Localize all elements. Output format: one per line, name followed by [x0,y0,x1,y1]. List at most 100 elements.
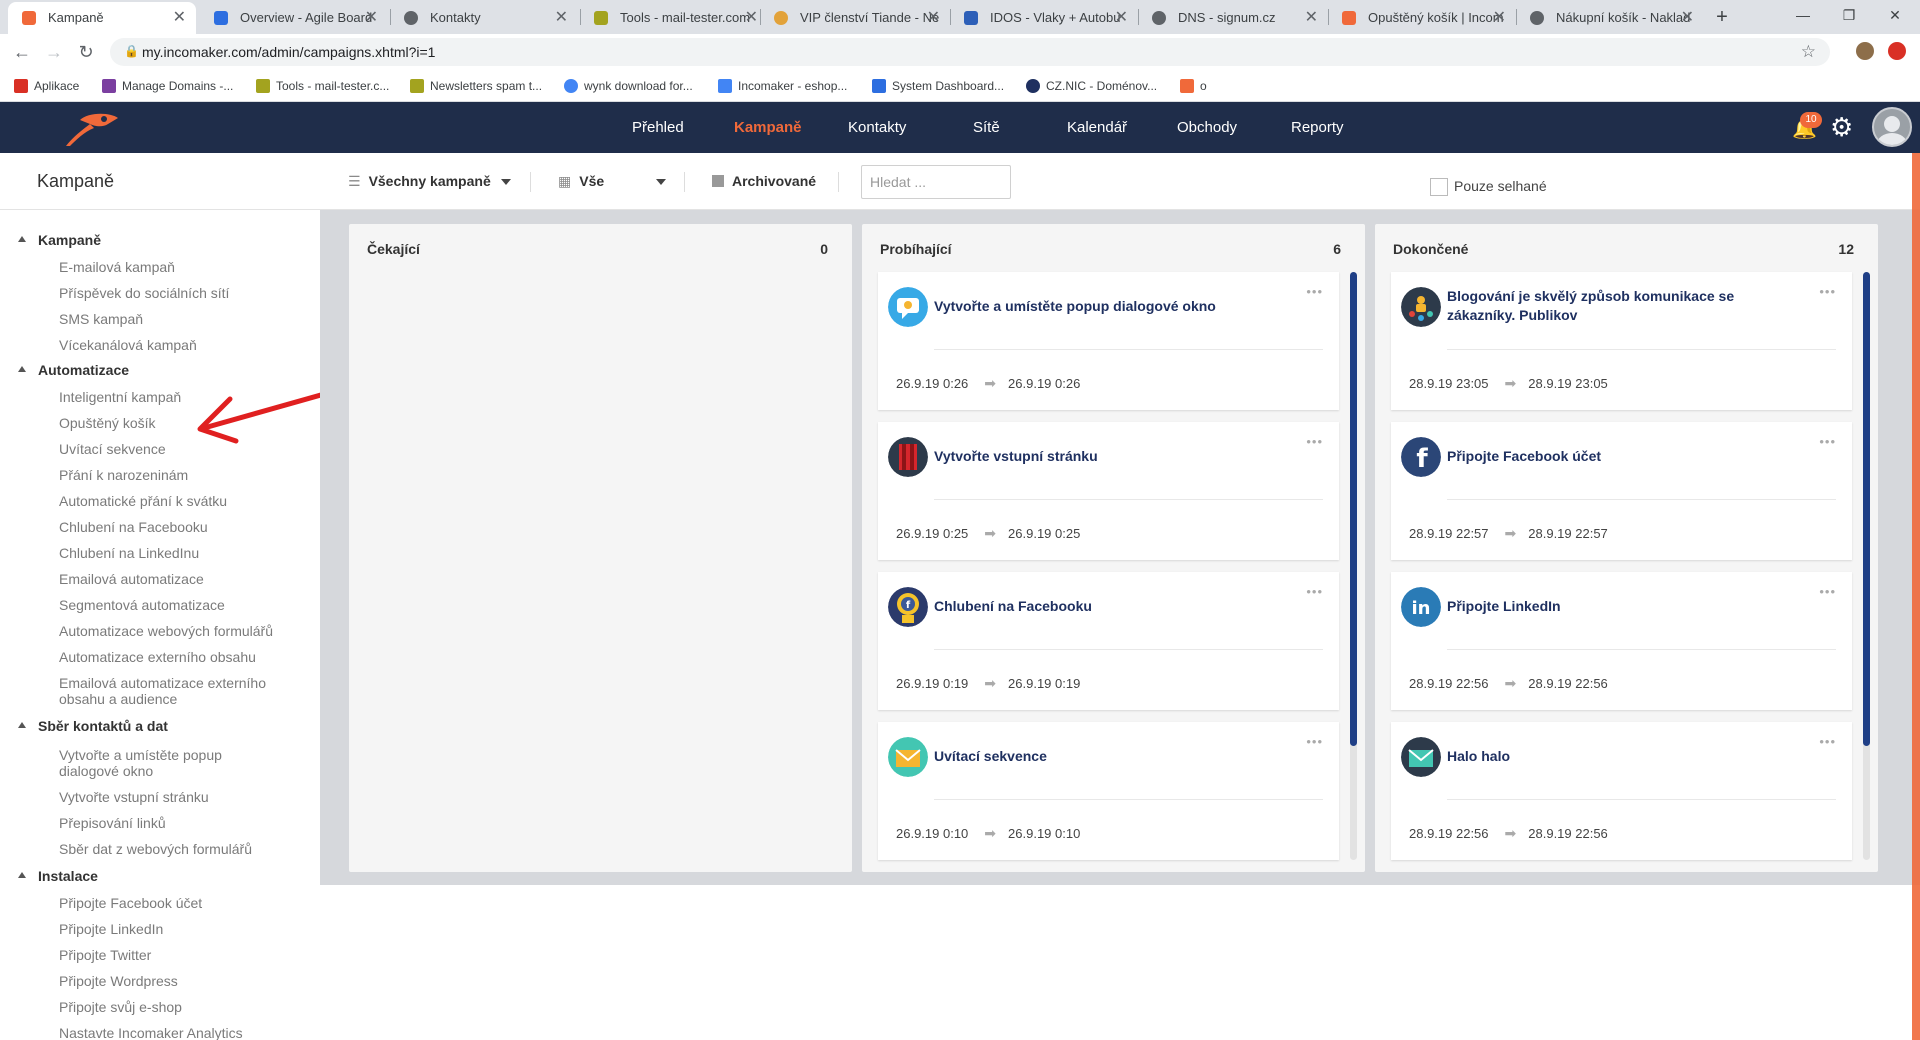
nav-site[interactable]: Sítě [973,102,1000,153]
sidebar-item[interactable]: Vytvořte a umístěte popup dialogové okno [59,747,279,779]
sidebar-item[interactable]: SMS kampaň [59,311,279,327]
campaign-card[interactable]: Vytvořte a umístěte popup dialogové okno… [878,272,1339,410]
nav-kontakty[interactable]: Kontakty [848,102,906,153]
sidebar-section-sber[interactable]: Sběr kontaktů a dat [18,718,168,734]
browser-tab[interactable]: Kontakty ✕ [390,2,578,34]
close-tab-icon[interactable]: ✕ [927,2,940,34]
more-dots-icon[interactable]: ••• [1306,734,1323,749]
extension-icon[interactable] [1888,42,1906,60]
campaign-card[interactable]: Uvítací sekvence ••• 26.9.19 0:10 ➡ 26.9.1… [878,722,1339,860]
reload-icon[interactable]: ↻ [74,40,98,64]
more-dots-icon[interactable]: ••• [1306,584,1323,599]
sidebar-item[interactable]: Připojte svůj e-shop [59,999,279,1015]
close-tab-icon[interactable]: ✕ [1681,2,1694,34]
sidebar-item[interactable]: Nastavte Incomaker Analytics [59,1025,279,1040]
sidebar-section-instalace[interactable]: Instalace [18,868,98,884]
search-input[interactable] [861,165,1011,199]
browser-tab[interactable]: VIP členství Tiande - Ne ✕ [760,2,950,34]
more-dots-icon[interactable]: ••• [1819,434,1836,449]
close-tab-icon[interactable]: ✕ [1305,2,1318,34]
restore-icon[interactable]: ❐ [1826,0,1872,30]
sidebar-item[interactable]: Segmentová automatizace [59,597,279,613]
card-title[interactable]: Uvítací sekvence [934,747,1274,766]
sidebar-section-automatizace[interactable]: Automatizace [18,362,129,378]
sidebar-item[interactable]: E-mailová kampaň [59,259,279,275]
bookmark-item[interactable]: Tools - mail-tester.c... [254,70,389,102]
browser-tab[interactable]: Kampaně ✕ [8,2,196,34]
new-tab-button[interactable]: + [1708,2,1736,32]
card-title[interactable]: Připojte LinkedIn [1447,597,1787,616]
close-tab-icon[interactable]: ✕ [555,2,568,34]
archived-toggle[interactable]: Archivované [712,153,816,210]
checkbox-box[interactable] [1430,178,1448,197]
sidebar-item[interactable]: Přání k narozeninám [59,467,279,483]
bookmark-item[interactable]: Newsletters spam t... [408,70,542,102]
more-dots-icon[interactable]: ••• [1819,284,1836,299]
nav-kampane[interactable]: Kampaně [734,102,802,153]
only-failed-checkbox[interactable]: Pouze selhané [1430,178,1547,197]
sidebar-item[interactable]: Vytvořte vstupní stránku [59,789,279,805]
browser-tab[interactable]: Nákupní košík - Naklad ✕ [1516,2,1704,34]
bookmark-item[interactable]: Incomaker - eshop... [716,70,847,102]
sidebar-item[interactable]: Automatické přání k svátku [59,493,279,509]
time-filter[interactable]: ▦ Vše [558,153,667,210]
campaign-card[interactable]: Halo halo ••• 28.9.19 22:56 ➡ 28.9.19 22:5… [1391,722,1852,860]
minimize-icon[interactable]: — [1780,0,1826,30]
browser-tab[interactable]: Opuštěný košík | Incom ✕ [1328,2,1516,34]
omnibox[interactable]: 🔒 my.incomaker.com/admin/campaigns.xhtml… [110,38,1830,66]
bookmark-item[interactable]: o [1178,70,1207,102]
more-dots-icon[interactable]: ••• [1306,284,1323,299]
nav-reporty[interactable]: Reporty [1291,102,1344,153]
browser-tab[interactable]: Overview - Agile Board ✕ [200,2,388,34]
sidebar-item[interactable]: Připojte LinkedIn [59,921,279,937]
page-scrollbar[interactable] [1912,153,1920,1040]
browser-tab[interactable]: DNS - signum.cz ✕ [1138,2,1328,34]
back-icon[interactable]: ← [10,40,34,64]
bookmark-star-icon[interactable]: ☆ [1801,42,1816,62]
close-tab-icon[interactable]: ✕ [365,2,378,34]
sidebar-item[interactable]: Chlubení na LinkedInu [59,545,279,561]
card-title[interactable]: Blogování je skvělý způsob komunikace se… [1447,287,1787,325]
gear-icon[interactable]: ⚙ [1830,112,1853,143]
sidebar-item[interactable]: Vícekanálová kampaň [59,337,279,353]
close-tab-icon[interactable]: ✕ [1493,2,1506,34]
scrollbar-thumb[interactable] [1350,272,1357,746]
column-scrollbar[interactable] [1350,272,1357,860]
sidebar-item[interactable]: Připojte Wordpress [59,973,279,989]
forward-icon[interactable]: → [42,40,66,64]
browser-tab[interactable]: IDOS - Vlaky + Autobu ✕ [950,2,1138,34]
bookmark-item[interactable]: wynk download for... [562,70,693,102]
close-tab-icon[interactable]: ✕ [1115,2,1128,34]
campaign-card[interactable]: Vytvořte vstupní stránku ••• 26.9.19 0:2… [878,422,1339,560]
campaign-type-filter[interactable]: ☰ Všechny kampaně [348,153,511,210]
column-scrollbar[interactable] [1863,272,1870,860]
scrollbar-thumb[interactable] [1863,272,1870,746]
campaign-card[interactable]: f Připojte Facebook účet ••• 28.9.19 22:… [1391,422,1852,560]
sidebar-section-kampane[interactable]: Kampaně [18,232,101,248]
bookmark-item[interactable]: System Dashboard... [870,70,1004,102]
sidebar-item[interactable]: Emailová automatizace [59,571,279,587]
sidebar-item[interactable]: Sběr dat z webových formulářů [59,841,279,857]
bookmark-apps[interactable]: Aplikace [12,70,79,102]
sidebar-item[interactable]: Automatizace externího obsahu [59,649,279,665]
sidebar-item[interactable]: Emailová automatizace externího obsahu a… [59,675,279,707]
more-dots-icon[interactable]: ••• [1306,434,1323,449]
card-title[interactable]: Připojte Facebook účet [1447,447,1787,466]
card-title[interactable]: Halo halo [1447,747,1787,766]
sidebar-item[interactable]: Chlubení na Facebooku [59,519,279,535]
sidebar-item[interactable]: Přepisování linků [59,815,279,831]
campaign-card[interactable]: in Připojte LinkedIn ••• 28.9.19 22:56 ➡ 2… [1391,572,1852,710]
sidebar-item[interactable]: Připojte Facebook účet [59,895,279,911]
close-tab-icon[interactable]: ✕ [173,2,186,34]
campaign-card[interactable]: f Chlubení na Facebooku ••• 26.9.19 0:19… [878,572,1339,710]
nav-kalendar[interactable]: Kalendář [1067,102,1127,153]
bookmark-item[interactable]: Manage Domains -... [100,70,233,102]
sidebar-item[interactable]: Automatizace webových formulářů [59,623,279,639]
sidebar-item[interactable]: Příspěvek do sociálních sítí [59,285,279,301]
card-title[interactable]: Vytvořte vstupní stránku [934,447,1274,466]
card-title[interactable]: Vytvořte a umístěte popup dialogové okno [934,297,1274,316]
browser-tab[interactable]: Tools - mail-tester.com ✕ [580,2,768,34]
more-dots-icon[interactable]: ••• [1819,734,1836,749]
incomaker-logo-icon[interactable] [62,110,122,148]
nav-prehled[interactable]: Přehled [632,102,684,153]
